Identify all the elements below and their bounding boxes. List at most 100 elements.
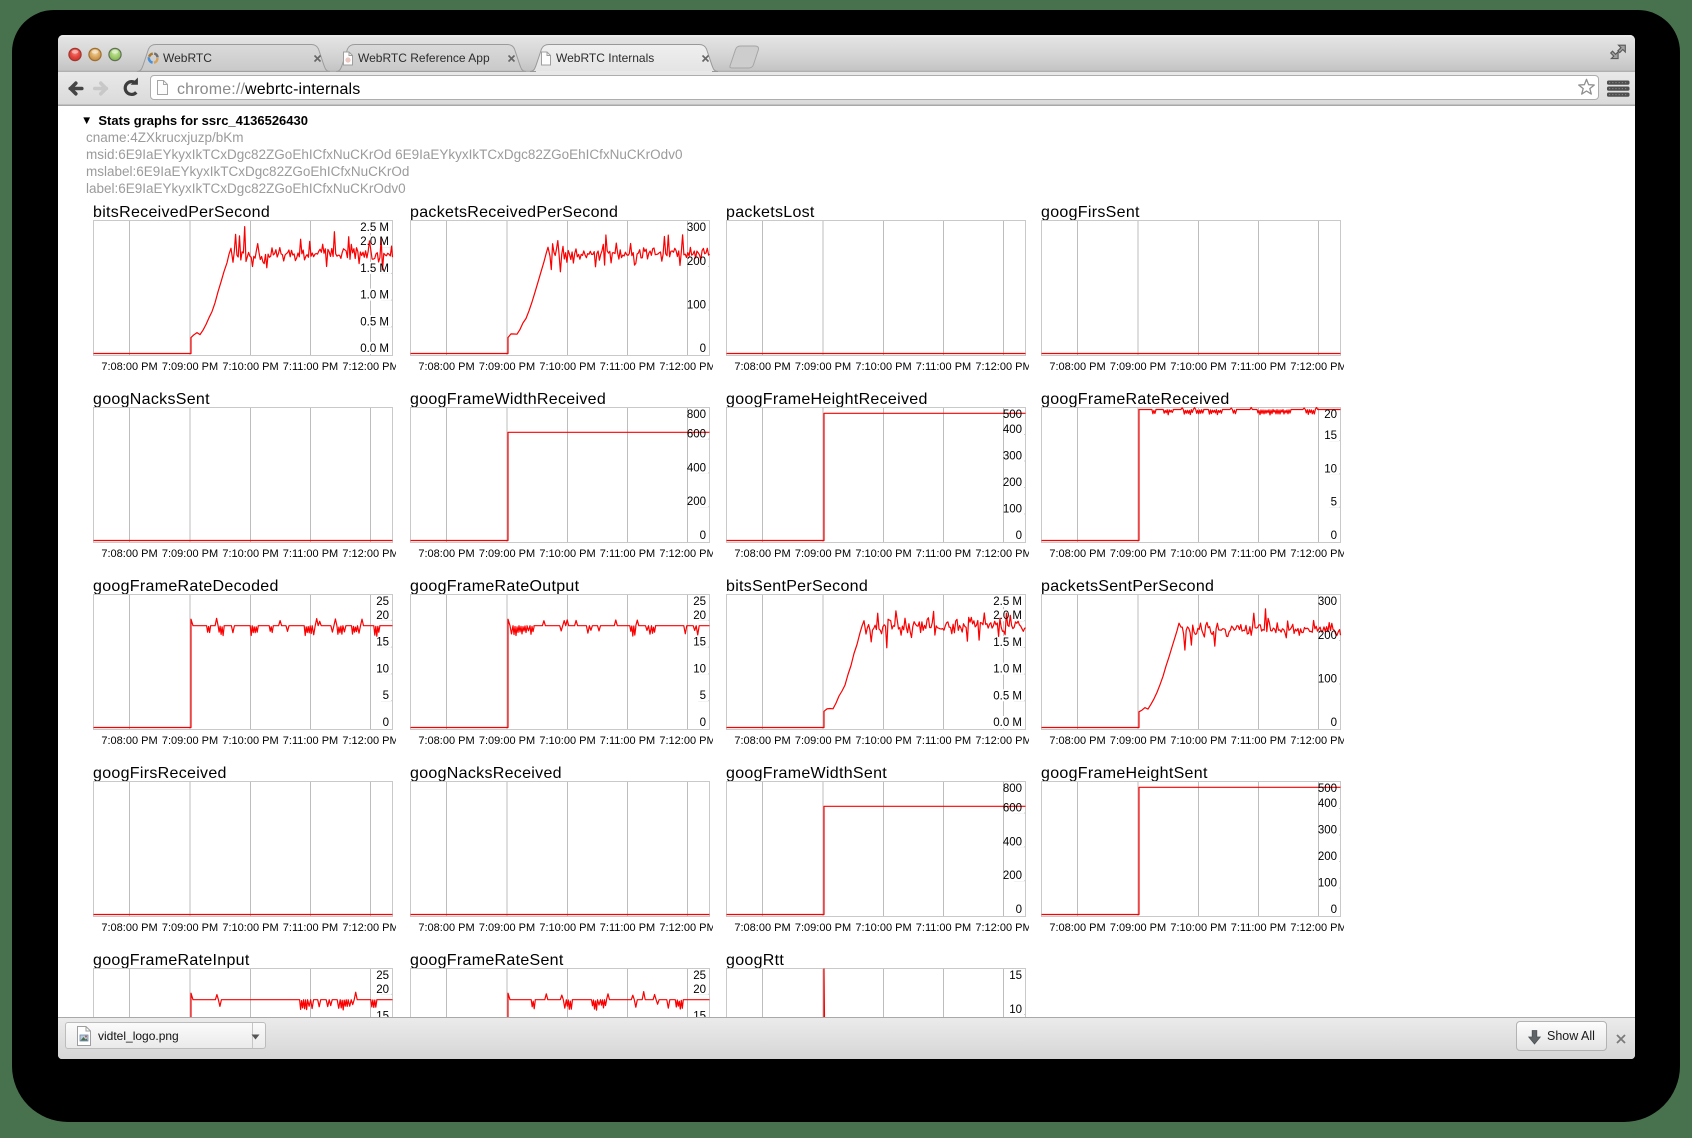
svg-text:600: 600: [687, 429, 706, 441]
svg-text:7:12:00 PM: 7:12:00 PM: [1290, 922, 1344, 934]
svg-text:400: 400: [1318, 798, 1337, 810]
svg-text:500: 500: [1318, 783, 1337, 795]
svg-text:15: 15: [376, 637, 389, 649]
svg-text:7:10:00 PM: 7:10:00 PM: [1170, 361, 1226, 373]
svg-text:7:09:00 PM: 7:09:00 PM: [795, 735, 851, 747]
svg-text:1.0 M: 1.0 M: [360, 290, 389, 302]
svg-text:7:08:00 PM: 7:08:00 PM: [418, 361, 474, 373]
svg-text:1.5 M: 1.5 M: [360, 263, 389, 275]
svg-text:7:11:00 PM: 7:11:00 PM: [1231, 548, 1286, 560]
svg-text:7:08:00 PM: 7:08:00 PM: [734, 361, 790, 373]
svg-text:25: 25: [693, 970, 706, 982]
svg-text:7:10:00 PM: 7:10:00 PM: [1170, 548, 1226, 560]
svg-text:7:08:00 PM: 7:08:00 PM: [101, 548, 157, 560]
svg-text:7:10:00 PM: 7:10:00 PM: [855, 548, 911, 560]
svg-text:7:08:00 PM: 7:08:00 PM: [1049, 548, 1105, 560]
svg-text:7:09:00 PM: 7:09:00 PM: [1110, 361, 1166, 373]
svg-text:0.5 M: 0.5 M: [360, 316, 389, 328]
svg-text:400: 400: [1003, 836, 1022, 848]
svg-text:7:12:00 PM: 7:12:00 PM: [659, 922, 713, 934]
svg-text:7:09:00 PM: 7:09:00 PM: [162, 548, 218, 560]
svg-text:7:11:00 PM: 7:11:00 PM: [600, 361, 655, 373]
svg-text:0.5 M: 0.5 M: [993, 690, 1022, 702]
svg-text:7:08:00 PM: 7:08:00 PM: [418, 922, 474, 934]
svg-text:0: 0: [1016, 530, 1022, 542]
svg-text:7:11:00 PM: 7:11:00 PM: [600, 548, 655, 560]
svg-text:7:08:00 PM: 7:08:00 PM: [1049, 922, 1105, 934]
svg-text:25: 25: [693, 596, 706, 608]
svg-text:7:11:00 PM: 7:11:00 PM: [916, 735, 971, 747]
svg-text:7:08:00 PM: 7:08:00 PM: [101, 361, 157, 373]
svg-text:7:09:00 PM: 7:09:00 PM: [1110, 548, 1166, 560]
svg-text:20: 20: [693, 984, 706, 996]
svg-text:7:10:00 PM: 7:10:00 PM: [855, 922, 911, 934]
svg-text:100: 100: [687, 300, 706, 312]
svg-text:100: 100: [1318, 674, 1337, 686]
svg-text:200: 200: [1318, 851, 1337, 863]
svg-text:7:09:00 PM: 7:09:00 PM: [162, 361, 218, 373]
svg-text:2.5 M: 2.5 M: [360, 222, 389, 234]
svg-text:20: 20: [1324, 409, 1337, 421]
svg-text:0: 0: [700, 530, 706, 542]
svg-text:10: 10: [1324, 463, 1337, 475]
svg-text:7:09:00 PM: 7:09:00 PM: [795, 361, 851, 373]
svg-text:500: 500: [1003, 409, 1022, 421]
svg-text:7:10:00 PM: 7:10:00 PM: [222, 735, 278, 747]
svg-text:7:12:00 PM: 7:12:00 PM: [975, 735, 1029, 747]
svg-text:7:12:00 PM: 7:12:00 PM: [1290, 361, 1344, 373]
svg-text:5: 5: [700, 690, 706, 702]
svg-text:7:09:00 PM: 7:09:00 PM: [795, 922, 851, 934]
svg-text:7:09:00 PM: 7:09:00 PM: [1110, 735, 1166, 747]
svg-text:7:10:00 PM: 7:10:00 PM: [222, 361, 278, 373]
svg-text:7:10:00 PM: 7:10:00 PM: [539, 922, 595, 934]
svg-text:7:11:00 PM: 7:11:00 PM: [916, 361, 971, 373]
svg-text:7:11:00 PM: 7:11:00 PM: [283, 922, 338, 934]
svg-text:300: 300: [1318, 596, 1337, 608]
svg-text:10: 10: [693, 663, 706, 675]
svg-text:7:11:00 PM: 7:11:00 PM: [600, 922, 655, 934]
svg-text:7:11:00 PM: 7:11:00 PM: [600, 735, 655, 747]
svg-text:100: 100: [1003, 504, 1022, 516]
svg-text:100: 100: [1318, 878, 1337, 890]
svg-text:10: 10: [376, 663, 389, 675]
svg-text:200: 200: [1318, 630, 1337, 642]
svg-text:7:10:00 PM: 7:10:00 PM: [539, 361, 595, 373]
svg-text:7:12:00 PM: 7:12:00 PM: [342, 922, 396, 934]
svg-text:200: 200: [1003, 477, 1022, 489]
svg-text:7:12:00 PM: 7:12:00 PM: [342, 735, 396, 747]
svg-text:300: 300: [1003, 451, 1022, 463]
svg-text:7:11:00 PM: 7:11:00 PM: [283, 361, 338, 373]
svg-text:20: 20: [376, 610, 389, 622]
svg-text:200: 200: [1003, 870, 1022, 882]
svg-text:7:08:00 PM: 7:08:00 PM: [1049, 735, 1105, 747]
svg-text:7:10:00 PM: 7:10:00 PM: [222, 548, 278, 560]
svg-text:7:12:00 PM: 7:12:00 PM: [342, 361, 396, 373]
svg-text:0: 0: [1331, 904, 1337, 916]
svg-text:300: 300: [687, 222, 706, 234]
svg-text:7:12:00 PM: 7:12:00 PM: [1290, 548, 1344, 560]
svg-text:0: 0: [700, 343, 706, 355]
svg-text:0.0 M: 0.0 M: [360, 343, 389, 355]
svg-text:20: 20: [376, 984, 389, 996]
svg-text:7:08:00 PM: 7:08:00 PM: [734, 735, 790, 747]
svg-text:7:12:00 PM: 7:12:00 PM: [975, 922, 1029, 934]
svg-text:200: 200: [687, 496, 706, 508]
svg-text:300: 300: [1318, 825, 1337, 837]
svg-text:7:09:00 PM: 7:09:00 PM: [479, 735, 535, 747]
svg-text:600: 600: [1003, 803, 1022, 815]
svg-text:10: 10: [1009, 1004, 1022, 1016]
svg-text:7:11:00 PM: 7:11:00 PM: [283, 735, 338, 747]
svg-text:200: 200: [687, 256, 706, 268]
svg-text:7:08:00 PM: 7:08:00 PM: [101, 922, 157, 934]
svg-text:7:08:00 PM: 7:08:00 PM: [734, 548, 790, 560]
svg-text:2.0 M: 2.0 M: [360, 236, 389, 248]
svg-text:7:10:00 PM: 7:10:00 PM: [855, 361, 911, 373]
svg-text:5: 5: [383, 690, 389, 702]
svg-text:15: 15: [1009, 970, 1022, 982]
svg-text:7:10:00 PM: 7:10:00 PM: [539, 548, 595, 560]
svg-text:7:09:00 PM: 7:09:00 PM: [162, 735, 218, 747]
svg-text:0: 0: [1331, 530, 1337, 542]
svg-text:7:08:00 PM: 7:08:00 PM: [101, 735, 157, 747]
svg-text:7:09:00 PM: 7:09:00 PM: [162, 922, 218, 934]
svg-text:7:08:00 PM: 7:08:00 PM: [1049, 361, 1105, 373]
